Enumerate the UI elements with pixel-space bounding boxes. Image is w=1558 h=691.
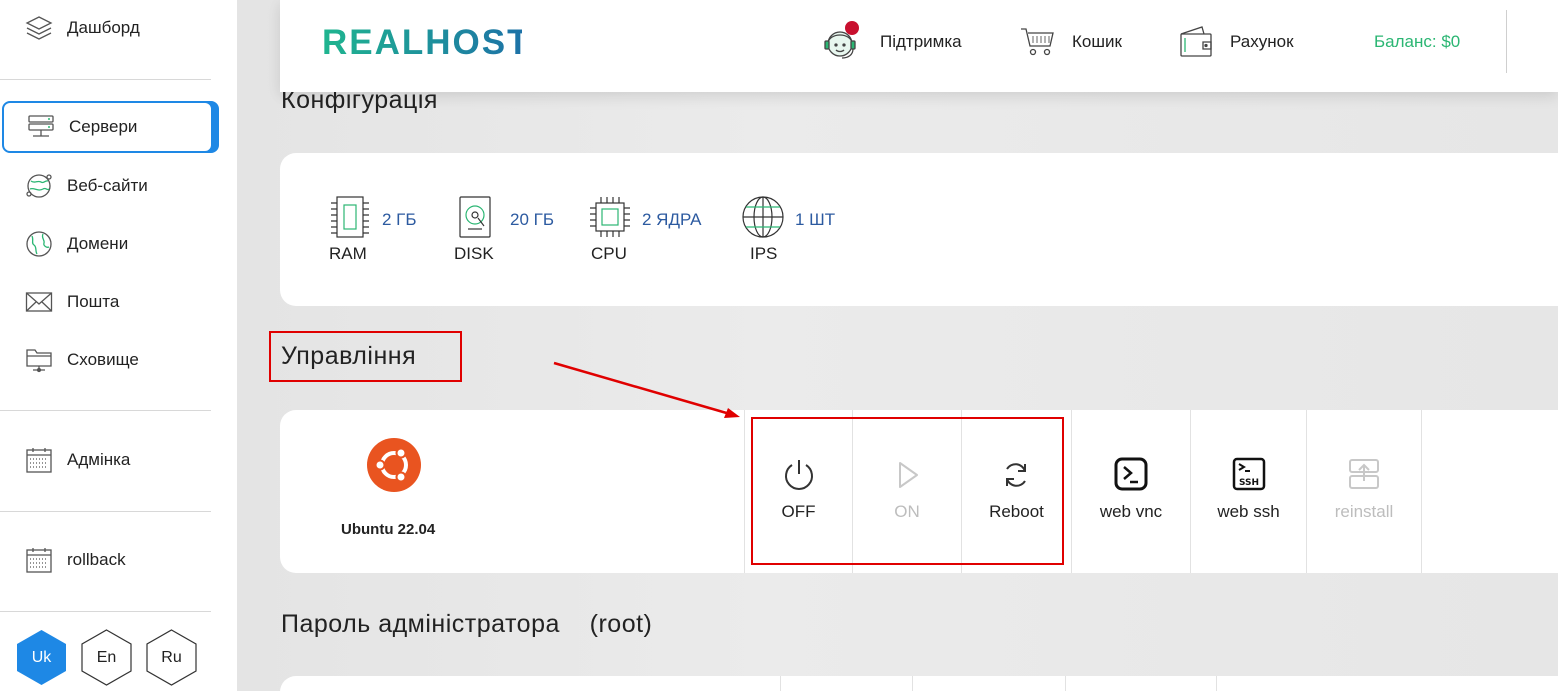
invoice-link[interactable]: Рахунок (1178, 20, 1294, 64)
sidebar-item-dashboard[interactable]: Дашборд (0, 2, 211, 54)
power-icon (785, 460, 813, 490)
disk-icon (459, 196, 491, 238)
cpu-icon (590, 197, 630, 237)
os-name: Ubuntu 22.04 (341, 521, 436, 538)
cart-icon (1020, 26, 1056, 58)
column-divider (1216, 676, 1217, 691)
ssh-terminal-icon: SSH (1232, 457, 1266, 491)
power-off-button[interactable]: OFF (745, 410, 852, 573)
mail-icon (24, 287, 54, 317)
svg-text:SSH: SSH (1239, 478, 1259, 488)
folder-icon (24, 345, 54, 375)
top-header: REALHOST Підтримка Кошик Рахунок Баланс:… (280, 0, 1558, 92)
realhost-logo[interactable]: REALHOST (322, 23, 529, 64)
column-divider (1065, 676, 1066, 691)
balance-display: Баланс: $0 (1374, 32, 1461, 51)
os-info: Ubuntu 22.04 (340, 437, 450, 547)
sidebar-item-mail[interactable]: Пошта (0, 276, 211, 328)
spec-ram-value: 2 ГБ (382, 210, 417, 229)
sidebar-divider (0, 410, 211, 411)
spec-disk-value: 20 ГБ (510, 210, 554, 229)
lang-ru-button[interactable]: Ru (146, 629, 197, 686)
calendar-icon (24, 545, 54, 575)
configuration-card: 2 ГБ RAM 20 ГБ DISK 2 ЯДРА CPU 1 ШТ IPS (280, 153, 1558, 306)
sidebar-item-storage[interactable]: Сховище (0, 334, 211, 386)
sidebar-item-admin[interactable]: Адмінка (0, 434, 211, 486)
spec-ips-value: 1 ШТ (795, 210, 836, 229)
spec-ram-label: RAM (329, 244, 367, 263)
svg-text:REALHOST: REALHOST (322, 24, 522, 60)
sidebar-item-servers[interactable]: Сервери (2, 101, 213, 153)
refresh-icon (1006, 463, 1026, 487)
column-divider (780, 676, 781, 691)
server-icon (26, 112, 56, 142)
reinstall-button[interactable]: reinstall (1307, 410, 1421, 573)
reboot-button[interactable]: Reboot (962, 410, 1071, 573)
sidebar-item-websites[interactable]: Веб-сайти (0, 160, 211, 212)
power-on-button[interactable]: ON (853, 410, 961, 573)
ubuntu-logo-icon (367, 438, 421, 492)
management-card: Ubuntu 22.04 OFF ON Reboot web vnc SSH w… (280, 410, 1558, 573)
web-ssh-button[interactable]: SSH web ssh (1191, 410, 1306, 573)
sidebar-item-rollback[interactable]: rollback (0, 534, 211, 586)
lang-uk-button[interactable]: Uk (16, 629, 67, 686)
ram-icon (331, 196, 369, 238)
header-divider (1506, 10, 1507, 73)
sidebar-item-label: rollback (67, 550, 126, 569)
sidebar-divider (0, 611, 211, 612)
sidebar-item-label: Сховище (67, 350, 139, 369)
cart-link[interactable]: Кошик (1020, 20, 1122, 64)
sidebar-divider (0, 511, 211, 512)
spec-cpu-label: CPU (591, 244, 627, 263)
sidebar: Дашборд Сервери Веб-сайти Домени Пошта С… (0, 0, 237, 691)
calendar-icon (24, 445, 54, 475)
admin-password-title: Пароль адміністратора (root) (281, 610, 653, 638)
reinstall-icon (1349, 459, 1379, 489)
sidebar-divider (0, 79, 211, 80)
password-card (280, 676, 1558, 691)
spec-disk-label: DISK (454, 244, 494, 263)
column-divider (912, 676, 913, 691)
language-switcher: Uk En Ru (16, 629, 197, 686)
sidebar-item-label: Пошта (67, 292, 120, 311)
globe-ip-icon (742, 196, 784, 238)
play-icon (899, 462, 918, 488)
lang-en-button[interactable]: En (81, 629, 132, 686)
layers-icon (24, 13, 54, 43)
spec-cpu-value: 2 ЯДРА (642, 210, 702, 229)
support-agent-icon (820, 20, 864, 64)
terminal-icon (1114, 457, 1148, 491)
main-content: REALHOST Підтримка Кошик Рахунок Баланс:… (237, 0, 1558, 691)
wallet-icon (1178, 24, 1214, 60)
support-link[interactable]: Підтримка (820, 20, 962, 64)
sidebar-item-label: Сервери (69, 117, 138, 136)
web-vnc-button[interactable]: web vnc (1072, 410, 1190, 573)
globe-icon (24, 229, 54, 259)
annotation-arrow (553, 361, 740, 418)
sidebar-item-label: Домени (67, 234, 129, 253)
sidebar-item-label: Веб-сайти (67, 176, 148, 195)
column-divider (1421, 410, 1422, 573)
sidebar-item-domains[interactable]: Домени (0, 218, 211, 270)
sidebar-item-label: Дашборд (67, 18, 140, 37)
globe-network-icon (24, 171, 54, 201)
sidebar-item-label: Адмінка (67, 450, 131, 469)
spec-ips-label: IPS (750, 244, 778, 263)
management-title: Управління (281, 342, 417, 370)
